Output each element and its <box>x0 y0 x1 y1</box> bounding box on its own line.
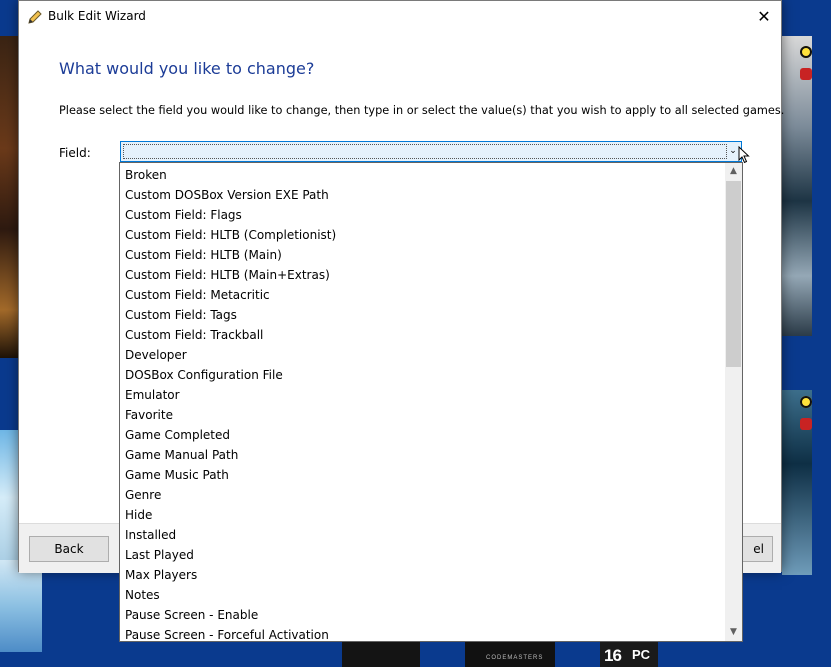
dropdown-item[interactable]: Notes <box>120 585 726 605</box>
dropdown-item[interactable]: Game Manual Path <box>120 445 726 465</box>
scroll-up-icon[interactable]: ▲ <box>725 163 742 180</box>
dropdown-item[interactable]: Genre <box>120 485 726 505</box>
scroll-down-icon[interactable]: ▼ <box>725 624 742 641</box>
dropdown-item[interactable]: Hide <box>120 505 726 525</box>
dropdown-item[interactable]: Game Music Path <box>120 465 726 485</box>
game-cover[interactable] <box>342 640 420 667</box>
field-combobox[interactable]: ⌄ <box>120 141 742 162</box>
field-label: Field: <box>59 146 91 160</box>
dropdown-item[interactable]: Custom Field: HLTB (Completionist) <box>120 225 726 245</box>
window-title: Bulk Edit Wizard <box>48 9 146 23</box>
dropdown-item[interactable]: Installed <box>120 525 726 545</box>
publisher-logo-text: CODEMASTERS <box>486 655 544 661</box>
combo-focus-rect <box>123 144 727 159</box>
dropdown-item[interactable]: Custom DOSBox Version EXE Path <box>120 185 726 205</box>
game-cover[interactable] <box>0 560 42 652</box>
dropdown-item[interactable]: Developer <box>120 345 726 365</box>
dropdown-scrollbar[interactable]: ▲ ▼ <box>725 163 742 641</box>
game-cover[interactable] <box>782 36 812 336</box>
dropdown-item[interactable]: Custom Field: HLTB (Main) <box>120 245 726 265</box>
favorite-star-icon <box>800 46 812 58</box>
dropdown-item[interactable]: Emulator <box>120 385 726 405</box>
pegi-rating: 16 <box>604 646 622 665</box>
dropdown-item[interactable]: Custom Field: Trackball <box>120 325 726 345</box>
game-cover[interactable] <box>0 430 20 580</box>
dropdown-items: Broken Custom DOSBox Version EXE Path Cust… <box>120 165 726 641</box>
dropdown-item[interactable]: Favorite <box>120 405 726 425</box>
field-dropdown-list[interactable]: Broken Custom DOSBox Version EXE Path Cust… <box>119 162 743 642</box>
dropdown-item[interactable]: Last Played <box>120 545 726 565</box>
title-bar[interactable]: Bulk Edit Wizard ✕ <box>19 1 781 32</box>
scrollbar-thumb[interactable] <box>726 181 741 367</box>
page-heading: What would you like to change? <box>59 59 315 78</box>
close-icon: ✕ <box>757 7 771 26</box>
game-cover[interactable] <box>465 640 555 667</box>
chevron-down-icon[interactable]: ⌄ <box>728 144 738 158</box>
pegi-platform: PC <box>632 647 651 662</box>
dropdown-item[interactable]: Pause Screen - Enable <box>120 605 726 625</box>
favorite-star-icon <box>800 396 812 408</box>
instructions-text: Please select the field you would like t… <box>59 104 785 117</box>
dropdown-item[interactable]: Pause Screen - Forceful Activation <box>120 625 726 641</box>
game-cover[interactable] <box>0 36 20 358</box>
dropdown-item[interactable]: DOSBox Configuration File <box>120 365 726 385</box>
dropdown-item[interactable]: Custom Field: Tags <box>120 305 726 325</box>
pencil-icon <box>28 10 42 24</box>
close-button[interactable]: ✕ <box>747 1 781 32</box>
mouse-cursor-icon <box>738 146 750 164</box>
dropdown-item[interactable]: Custom Field: Metacritic <box>120 285 726 305</box>
dropdown-item[interactable]: Max Players <box>120 565 726 585</box>
broken-flag-icon <box>800 68 812 80</box>
back-button[interactable]: Back <box>29 536 109 562</box>
dropdown-item[interactable]: Game Completed <box>120 425 726 445</box>
dropdown-item[interactable]: Custom Field: HLTB (Main+Extras) <box>120 265 726 285</box>
dropdown-item[interactable]: Broken <box>120 165 726 185</box>
dropdown-item[interactable]: Custom Field: Flags <box>120 205 726 225</box>
broken-flag-icon <box>800 418 812 430</box>
